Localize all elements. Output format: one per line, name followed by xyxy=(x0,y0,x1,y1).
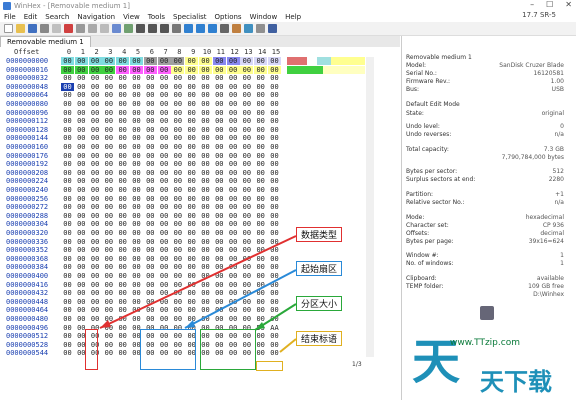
highlight-end-marker xyxy=(256,361,283,371)
highlight-partition-size xyxy=(200,329,256,370)
watermark-brand: 天下载 xyxy=(480,368,552,396)
annotation-partition-size: 分区大小 xyxy=(296,296,343,311)
arrowhead-red xyxy=(100,320,111,328)
arrowhead-blue xyxy=(185,320,195,328)
arrow-start-sector xyxy=(184,269,297,329)
arrowhead-green xyxy=(255,322,265,330)
arrow-data-type xyxy=(99,235,297,329)
annotation-data-type: 数据类型 xyxy=(296,227,343,242)
annotation-start-sector: 起始扇区 xyxy=(296,261,343,276)
annotation-end-marker: 结束标语 xyxy=(296,331,343,346)
highlight-start-sector xyxy=(140,329,196,370)
highlight-data-type xyxy=(85,329,98,370)
watermark-url: www.TTzip.com xyxy=(450,338,520,348)
arrow-end-marker xyxy=(279,338,297,353)
